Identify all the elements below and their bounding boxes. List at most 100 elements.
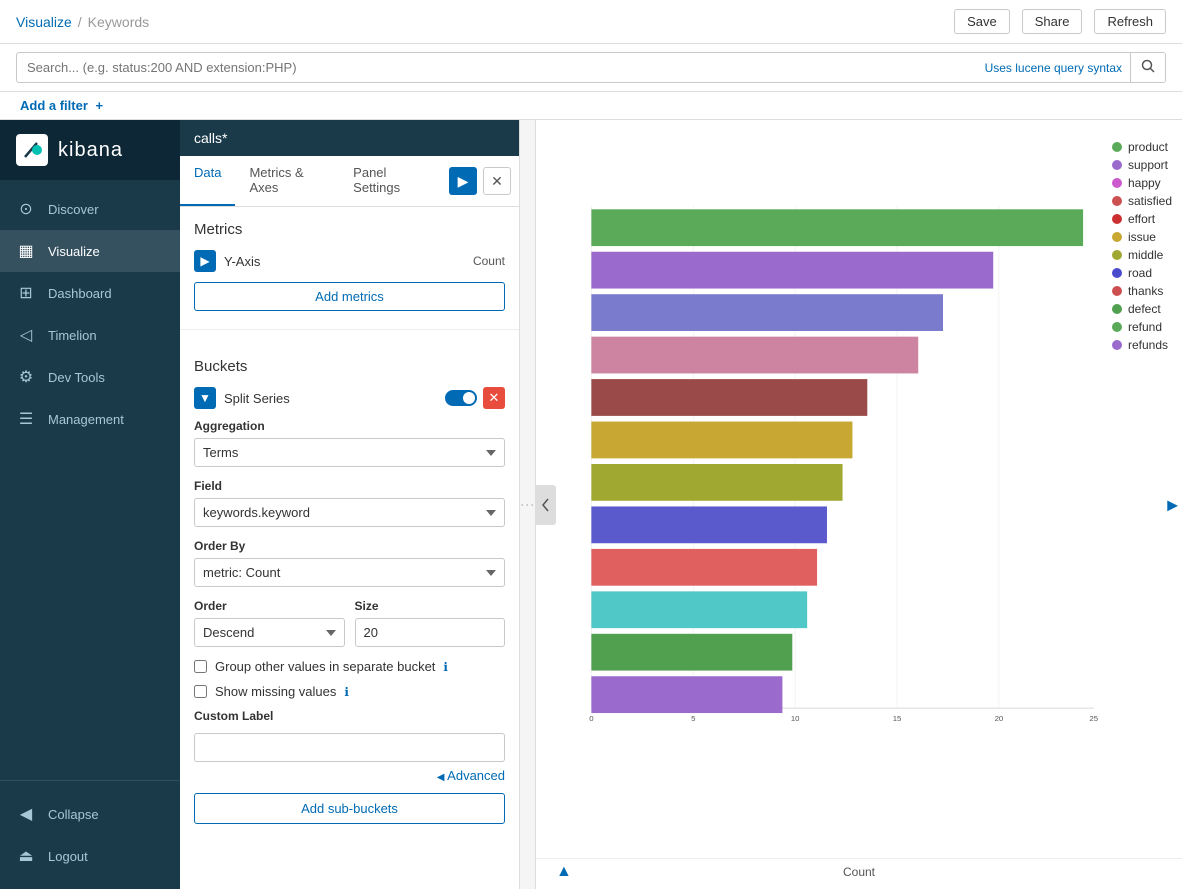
lucene-syntax-link[interactable]: Uses lucene query syntax	[977, 61, 1130, 75]
section-divider	[180, 329, 519, 330]
remove-bucket-button[interactable]: ✕	[483, 387, 505, 409]
breadcrumb-current: Keywords	[88, 14, 149, 30]
bar-defect[interactable]	[591, 591, 807, 628]
size-input[interactable]	[355, 618, 506, 647]
panel-toggle-button[interactable]	[536, 485, 556, 525]
panel-tab-actions: ▶ ✕	[441, 156, 519, 206]
bar-issue[interactable]	[591, 422, 852, 459]
order-select[interactable]: Descend Ascend	[194, 618, 345, 647]
chart-bottom: Count	[536, 858, 1182, 889]
legend-item-effort: effort	[1112, 212, 1172, 226]
field-select[interactable]: keywords.keyword	[194, 498, 505, 527]
legend-dot-middle	[1112, 250, 1122, 260]
show-missing-info-icon[interactable]: ℹ	[344, 685, 349, 699]
order-by-label: Order By	[194, 539, 505, 553]
custom-label-input[interactable]	[194, 733, 505, 762]
timelion-icon: ◁	[16, 325, 36, 345]
advanced-toggle[interactable]: Advanced	[437, 768, 505, 783]
legend-label-product: product	[1128, 140, 1168, 154]
sidebar-item-visualize[interactable]: ▦ Visualize	[0, 230, 180, 272]
sidebar-item-dashboard[interactable]: ⊞ Dashboard	[0, 272, 180, 314]
legend-item-road: road	[1112, 266, 1172, 280]
sidebar-item-timelion-label: Timelion	[48, 328, 97, 343]
search-input-wrap: Uses lucene query syntax	[16, 52, 1166, 83]
bar-thanks[interactable]	[591, 549, 817, 586]
order-size-row: Order Descend Ascend Size	[194, 599, 505, 659]
split-series-row: ▼ Split Series ✕	[194, 387, 505, 409]
main-layout: kibana ⊙ Discover ▦ Visualize ⊞ Dashboar…	[0, 120, 1182, 889]
logout-icon: ⏏	[16, 846, 36, 866]
search-button[interactable]	[1130, 53, 1165, 82]
svg-text:10: 10	[791, 714, 800, 723]
y-axis-row: ▶ Y-Axis Count	[194, 250, 505, 272]
save-button[interactable]: Save	[954, 9, 1010, 34]
split-series-label: Split Series	[224, 391, 445, 406]
legend-item-middle: middle	[1112, 248, 1172, 262]
sidebar-item-collapse-label: Collapse	[48, 807, 99, 822]
search-bar: Uses lucene query syntax	[0, 44, 1182, 92]
group-other-info-icon[interactable]: ℹ	[443, 660, 448, 674]
sidebar-item-management[interactable]: ☰ Management	[0, 398, 180, 440]
legend-item-support: support	[1112, 158, 1172, 172]
bar-road[interactable]	[591, 506, 827, 543]
sidebar-item-logout-label: Logout	[48, 849, 88, 864]
order-by-select[interactable]: metric: Count	[194, 558, 505, 587]
bar-refunds[interactable]	[591, 676, 782, 713]
chart-svg: 0 5 10 15 20 25	[556, 130, 1122, 798]
sidebar-logo-text: kibana	[58, 139, 123, 162]
visualize-icon: ▦	[16, 241, 36, 261]
legend-dot-issue	[1112, 232, 1122, 242]
top-actions: Save Share Refresh	[954, 9, 1166, 34]
aggregation-select[interactable]: Terms Filters Significant Terms	[194, 438, 505, 467]
panel-tabs: Data Metrics & Axes Panel Settings ▶ ✕	[180, 156, 519, 207]
svg-text:0: 0	[589, 714, 594, 723]
bar-refund[interactable]	[591, 634, 792, 671]
legend-item-thanks: thanks	[1112, 284, 1172, 298]
sidebar-item-timelion[interactable]: ◁ Timelion	[0, 314, 180, 356]
resize-handle[interactable]: ⋮	[520, 120, 536, 889]
breadcrumb-visualize-link[interactable]: Visualize	[16, 14, 72, 30]
sidebar-item-collapse[interactable]: ◀ Collapse	[0, 793, 180, 835]
add-metrics-button[interactable]: Add metrics	[194, 282, 505, 311]
run-button[interactable]: ▶	[449, 167, 477, 195]
add-filter-button[interactable]: Add a filter +	[16, 98, 103, 113]
bar-product[interactable]	[591, 209, 1083, 246]
sidebar: kibana ⊙ Discover ▦ Visualize ⊞ Dashboar…	[0, 120, 180, 889]
bar-middle[interactable]	[591, 464, 842, 501]
bar-effort[interactable]	[591, 379, 867, 416]
legend-label-support: support	[1128, 158, 1168, 172]
legend-dot-refunds	[1112, 340, 1122, 350]
y-axis-icon[interactable]: ▶	[194, 250, 216, 272]
bar-satisfied[interactable]	[591, 337, 918, 374]
legend-label-effort: effort	[1128, 212, 1155, 226]
close-button[interactable]: ✕	[483, 167, 511, 195]
bar-support[interactable]	[591, 252, 993, 289]
advanced-link: Advanced	[194, 768, 505, 783]
bucket-toggle[interactable]	[445, 390, 477, 406]
show-missing-checkbox[interactable]	[194, 685, 207, 698]
legend-label-refunds: refunds	[1128, 338, 1168, 352]
expand-right-icon[interactable]: ▶	[1167, 496, 1178, 513]
size-group: Size	[355, 599, 506, 647]
legend-dot-refund	[1112, 322, 1122, 332]
chart-scroll-up-icon[interactable]: ▲	[556, 863, 572, 881]
group-other-checkbox[interactable]	[194, 660, 207, 673]
bar-happy[interactable]	[591, 294, 943, 331]
aggregation-group: Aggregation Terms Filters Significant Te…	[194, 419, 505, 467]
refresh-button[interactable]: Refresh	[1094, 9, 1166, 34]
tab-panel-settings[interactable]: Panel Settings	[339, 156, 441, 206]
sidebar-item-logout[interactable]: ⏏ Logout	[0, 835, 180, 877]
panel-area: calls* Data Metrics & Axes Panel Setting…	[180, 120, 520, 889]
svg-text:25: 25	[1089, 714, 1098, 723]
tab-metrics-axes[interactable]: Metrics & Axes	[235, 156, 339, 206]
split-series-icon[interactable]: ▼	[194, 387, 216, 409]
share-button[interactable]: Share	[1022, 9, 1083, 34]
search-input[interactable]	[17, 54, 977, 81]
sidebar-item-discover[interactable]: ⊙ Discover	[0, 188, 180, 230]
tab-data[interactable]: Data	[180, 156, 235, 206]
chart-wrapper: 0 5 10 15 20 25	[536, 120, 1182, 858]
add-sub-buckets-button[interactable]: Add sub-buckets	[194, 793, 505, 824]
sidebar-item-management-label: Management	[48, 412, 124, 427]
sidebar-item-devtools[interactable]: ⚙ Dev Tools	[0, 356, 180, 398]
legend-dot-satisfied	[1112, 196, 1122, 206]
